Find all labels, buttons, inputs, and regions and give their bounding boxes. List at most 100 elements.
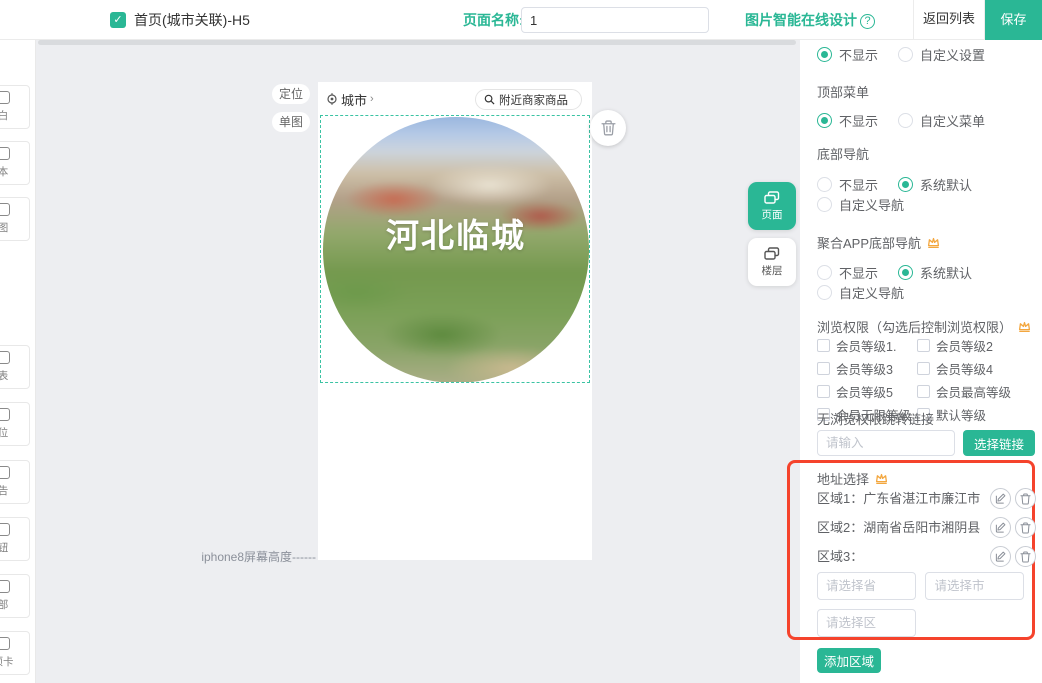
app-bottom-nav-title-text: 聚合APP底部导航 xyxy=(817,233,921,252)
component-card-list[interactable]: 表 xyxy=(0,345,30,389)
phone-location-bar[interactable]: 城市 › xyxy=(326,89,374,109)
top-menu-option-group: 不显示 自定义菜单 xyxy=(817,111,985,130)
checkbox-member-level-1[interactable]: 会员等级1. xyxy=(817,336,905,355)
fab-label: 楼层 xyxy=(762,263,783,278)
page-name-input[interactable] xyxy=(521,7,709,33)
component-label: 图 xyxy=(0,220,8,235)
delete-region-button[interactable] xyxy=(1015,488,1036,509)
radio-option-hide[interactable]: 不显示 xyxy=(817,111,878,130)
radio-selected-icon[interactable] xyxy=(817,113,832,128)
component-card-text[interactable]: 本 xyxy=(0,141,30,185)
horizontal-scrollbar[interactable] xyxy=(38,40,796,45)
component-card-locate[interactable]: 位 xyxy=(0,402,30,446)
choose-link-button[interactable]: 选择链接 xyxy=(963,430,1035,456)
checkbox-icon[interactable] xyxy=(917,339,930,352)
radio-option-hide[interactable]: 不显示 xyxy=(817,45,878,64)
radio-icon[interactable] xyxy=(817,177,832,192)
search-icon xyxy=(484,94,495,105)
app-bottom-nav-option-group-row2: 自定义导航 xyxy=(817,283,904,302)
region-value: 湖南省岳阳市湘阴县 xyxy=(863,520,980,535)
radio-label: 自定义设置 xyxy=(920,45,985,64)
page-checkbox[interactable]: ✓ xyxy=(110,12,126,28)
edit-region-button[interactable] xyxy=(990,517,1011,538)
checkbox-icon[interactable] xyxy=(917,385,930,398)
smart-design-link[interactable]: 图片智能在线设计? xyxy=(745,0,875,40)
display-option-group: 不显示 自定义设置 xyxy=(817,45,985,64)
radio-icon[interactable] xyxy=(817,265,832,280)
save-button[interactable]: 保存 xyxy=(985,0,1042,40)
component-icon xyxy=(0,147,10,160)
add-region-button[interactable]: 添加区域 xyxy=(817,648,881,673)
radio-icon[interactable] xyxy=(817,285,832,300)
radio-option-system-default[interactable]: 系统默认 xyxy=(898,263,972,282)
component-icon xyxy=(0,203,10,216)
radio-label: 自定义导航 xyxy=(839,195,904,214)
checkbox-member-level-3[interactable]: 会员等级3 xyxy=(817,359,905,378)
radio-icon[interactable] xyxy=(898,113,913,128)
component-card-button[interactable]: 钮 xyxy=(0,517,30,561)
radio-option-custom-nav[interactable]: 自定义导航 xyxy=(817,195,904,214)
component-card-image[interactable]: 图 xyxy=(0,197,30,241)
checkbox-member-level-5[interactable]: 会员等级5 xyxy=(817,382,905,401)
address-select-title-text: 地址选择 xyxy=(817,469,869,488)
help-icon[interactable]: ? xyxy=(860,14,875,29)
floor-settings-fab[interactable]: 楼层 xyxy=(748,238,796,286)
top-bar: ✓ 首页(城市关联)-H5 页面名称: 图片智能在线设计? 返回列表 保存 xyxy=(0,0,1042,40)
city-select[interactable] xyxy=(925,572,1024,600)
component-label: 表 xyxy=(0,368,8,383)
radio-option-custom-menu[interactable]: 自定义菜单 xyxy=(898,111,985,130)
checkbox-icon[interactable] xyxy=(817,339,830,352)
radio-icon[interactable] xyxy=(898,47,913,62)
region-label: 区域1： xyxy=(817,491,863,506)
radio-option-custom[interactable]: 自定义设置 xyxy=(898,45,985,64)
component-icon xyxy=(0,523,10,536)
city-photo: 河北临城 xyxy=(323,117,589,383)
edit-icon xyxy=(995,551,1006,562)
component-icon xyxy=(0,91,10,104)
delete-region-button[interactable] xyxy=(1015,517,1036,538)
checkbox-label: 会员等级5 xyxy=(836,382,893,401)
component-label: 部 xyxy=(0,597,8,612)
checkbox-icon[interactable] xyxy=(817,385,830,398)
radio-option-hide[interactable]: 不显示 xyxy=(817,263,878,282)
checkbox-icon[interactable] xyxy=(917,362,930,375)
delete-region-button[interactable] xyxy=(1015,546,1036,567)
back-to-list-button[interactable]: 返回列表 xyxy=(913,0,985,40)
layers-icon xyxy=(764,247,780,261)
radio-selected-icon[interactable] xyxy=(817,47,832,62)
delete-block-button[interactable] xyxy=(590,110,626,146)
region-row-1: 区域1：广东省湛江市廉江市 xyxy=(817,489,1035,509)
layers-icon xyxy=(764,191,780,205)
component-card-tabs[interactable]: 项卡 xyxy=(0,631,30,675)
link-input[interactable] xyxy=(817,430,955,456)
checkbox-icon[interactable] xyxy=(817,362,830,375)
radio-option-custom-nav[interactable]: 自定义导航 xyxy=(817,283,904,302)
radio-option-hide[interactable]: 不显示 xyxy=(817,175,878,194)
checkbox-label: 会员最高等级 xyxy=(936,382,1011,401)
bottom-nav-title: 底部导航 xyxy=(817,144,869,163)
edit-region-button[interactable] xyxy=(990,488,1011,509)
radio-icon[interactable] xyxy=(817,197,832,212)
radio-selected-icon[interactable] xyxy=(898,265,913,280)
checkbox-default-level[interactable]: 默认等级 xyxy=(917,405,1035,424)
page-settings-fab[interactable]: 页面 xyxy=(748,182,796,230)
smart-design-label: 图片智能在线设计 xyxy=(745,12,857,28)
component-card-ad[interactable]: 告 xyxy=(0,460,30,504)
selected-image-block[interactable]: 河北临城 xyxy=(320,115,590,383)
checkbox-member-level-4[interactable]: 会员等级4 xyxy=(917,359,1035,378)
edit-region-button[interactable] xyxy=(990,546,1011,567)
phone-preview: 城市 › 附近商家商品 河北临城 xyxy=(318,82,592,560)
component-card-blank[interactable]: 白 xyxy=(0,85,30,129)
checkbox-member-level-2[interactable]: 会员等级2 xyxy=(917,336,1035,355)
phone-search-bar[interactable]: 附近商家商品 xyxy=(475,89,582,110)
province-select[interactable] xyxy=(817,572,916,600)
permissions-title: 浏览权限（勾选后控制浏览权限） xyxy=(817,317,1032,336)
radio-option-system-default[interactable]: 系统默认 xyxy=(898,175,972,194)
radio-selected-icon[interactable] xyxy=(898,177,913,192)
region-value: 广东省湛江市廉江市 xyxy=(863,491,980,506)
district-select[interactable] xyxy=(817,609,916,637)
crown-icon xyxy=(874,472,889,485)
component-card-header[interactable]: 部 xyxy=(0,574,30,618)
page-name-label: 页面名称: xyxy=(463,0,524,40)
checkbox-member-highest[interactable]: 会员最高等级 xyxy=(917,382,1035,401)
